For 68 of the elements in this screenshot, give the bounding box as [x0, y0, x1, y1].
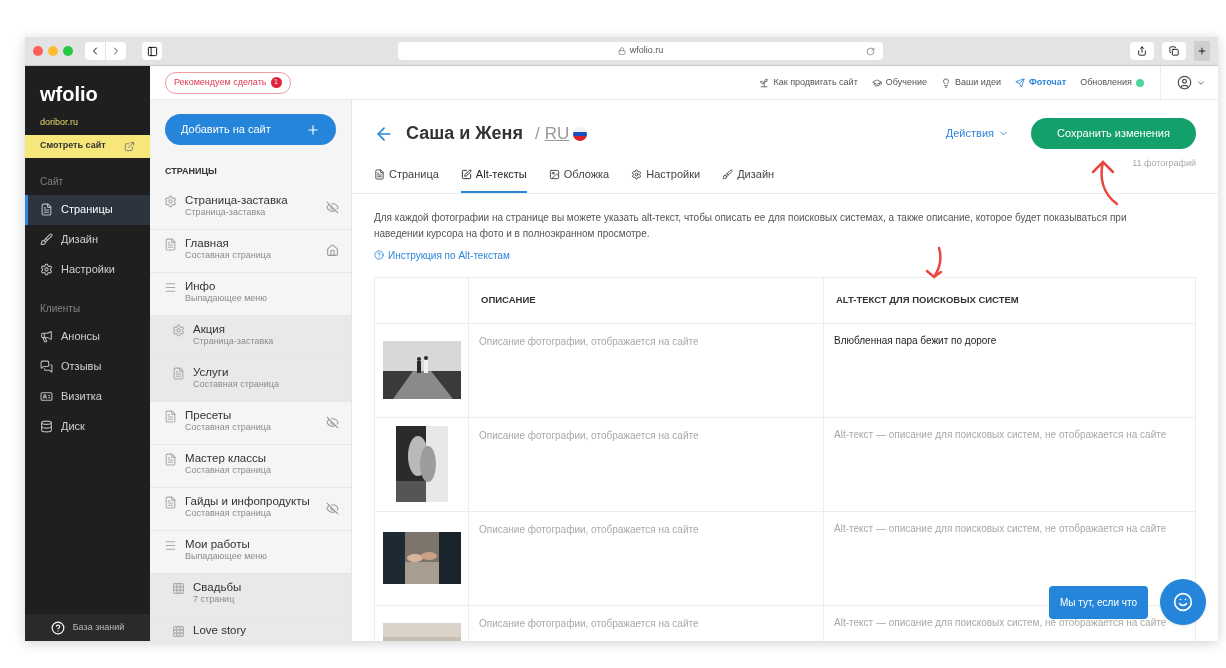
add-to-site-button[interactable]: Добавить на сайт	[165, 114, 336, 145]
page-item[interactable]: Свадьбы 7 страниц	[150, 573, 351, 617]
site-domain[interactable]: doribor.ru	[25, 116, 150, 135]
description-field[interactable]: Описание фотографии, отображается на сайте	[479, 521, 813, 595]
view-site-button[interactable]: Смотреть сайт	[25, 134, 150, 158]
page-title: Пресеты	[185, 407, 233, 422]
page-type: Составная страница	[185, 464, 272, 477]
page-title: Саша и Женя	[406, 122, 523, 145]
page-type: Выпадающее меню	[185, 292, 269, 305]
top-nav-link[interactable]: Фоточат	[1015, 75, 1067, 90]
description-field[interactable]: Описание фотографии, отображается на сайте	[479, 615, 813, 641]
intro-text: Для каждой фотографии на странице вы можете указать alt-текст, чтобы описать ее для поисковых системах, а также описание, которое будет показываться при наведении курсора на фото и в полноэкранном просмотре.	[374, 210, 1128, 241]
chat-tooltip[interactable]: Мы тут, если что	[1048, 585, 1148, 619]
actions-dropdown[interactable]: Действия	[945, 125, 1009, 142]
page-type: Составная страница	[185, 421, 272, 434]
page-title: Инфо	[185, 278, 217, 293]
alt-text-field[interactable]: Влюбленная пара бежит по дороге	[834, 333, 1185, 407]
page-title: Love story	[193, 622, 248, 637]
page-type: Выпадающее меню	[185, 550, 269, 563]
page-title: Акция	[193, 321, 226, 336]
page-title: Услуги	[193, 364, 230, 379]
sidebar-item[interactable]: Анонсы	[25, 321, 150, 352]
sidebar-item[interactable]: Страницы	[25, 194, 150, 225]
section-heading: Клиенты	[39, 301, 82, 316]
page-item[interactable]: Услуги Составная страница	[150, 358, 351, 402]
sidebar-item[interactable]: Дизайн	[25, 224, 150, 255]
page-item[interactable]: Love story	[150, 616, 351, 641]
page-item[interactable]: Акция Страница-заставка	[150, 315, 351, 359]
alt-text-field[interactable]: Alt-текст — описание для поисковых систем, не отображается на сайте	[834, 427, 1185, 501]
page-title: Гайды и инфопродукты	[185, 493, 311, 508]
page-title: Мастер классы	[185, 450, 267, 465]
page-title: Мои работы	[185, 536, 251, 551]
section-heading: Сайт	[39, 174, 65, 189]
separator: /	[534, 122, 540, 145]
top-nav-link[interactable]: Обновления	[1080, 75, 1144, 90]
description-field[interactable]: Описание фотографии, отображается на сайте	[479, 427, 813, 501]
knowledge-base-link[interactable]: База знаний	[25, 614, 150, 641]
top-nav-link[interactable]: Как продвигать сайт	[759, 75, 858, 90]
tab[interactable]: Дизайн	[722, 160, 775, 193]
sidebar-item[interactable]: Визитка	[25, 381, 150, 412]
photo-count: 11 фотографий	[1132, 157, 1196, 170]
address-bar[interactable]: wfolio.ru	[398, 42, 883, 60]
column-header: ALT-ТЕКСТ ДЛЯ ПОИСКОВЫХ СИСТЕМ	[835, 292, 1020, 307]
page-title: Свадьбы	[193, 579, 243, 594]
page-type: Страница-заставка	[185, 206, 267, 219]
logo[interactable]: wfolio	[25, 66, 150, 116]
column-header: ОПИСАНИЕ	[469, 277, 824, 323]
tab[interactable]: Обложка	[548, 160, 610, 193]
top-nav-link[interactable]: Обучение	[871, 75, 927, 90]
sidebar-item[interactable]: Диск	[25, 411, 150, 442]
page-type: Составная страница	[185, 507, 272, 520]
page-type: Составная страница	[193, 378, 280, 391]
help-link[interactable]: Инструкция по Alt-текстам	[374, 247, 510, 263]
page-type: 7 страниц	[193, 593, 236, 606]
url-text: wfolio.ru	[629, 44, 664, 58]
sidebar-item[interactable]: Отзывы	[25, 351, 150, 382]
pages-heading: СТРАНИЦЫ	[164, 165, 218, 178]
tab[interactable]: Настройки	[631, 160, 701, 193]
sidebar-item[interactable]: Настройки	[25, 254, 150, 285]
top-nav-link[interactable]: Ваши идеи	[940, 75, 1001, 90]
tab[interactable]: Alt-тексты	[460, 160, 527, 193]
tab[interactable]: Страница	[374, 160, 439, 193]
page-title: Страница-заставка	[185, 192, 289, 207]
page-type: Страница-заставка	[193, 335, 275, 348]
language-code: RU	[544, 122, 570, 145]
page-type: Составная страница	[185, 249, 272, 262]
description-field[interactable]: Описание фотографии, отображается на сайте	[479, 333, 813, 407]
page-title: Главная	[185, 235, 230, 250]
